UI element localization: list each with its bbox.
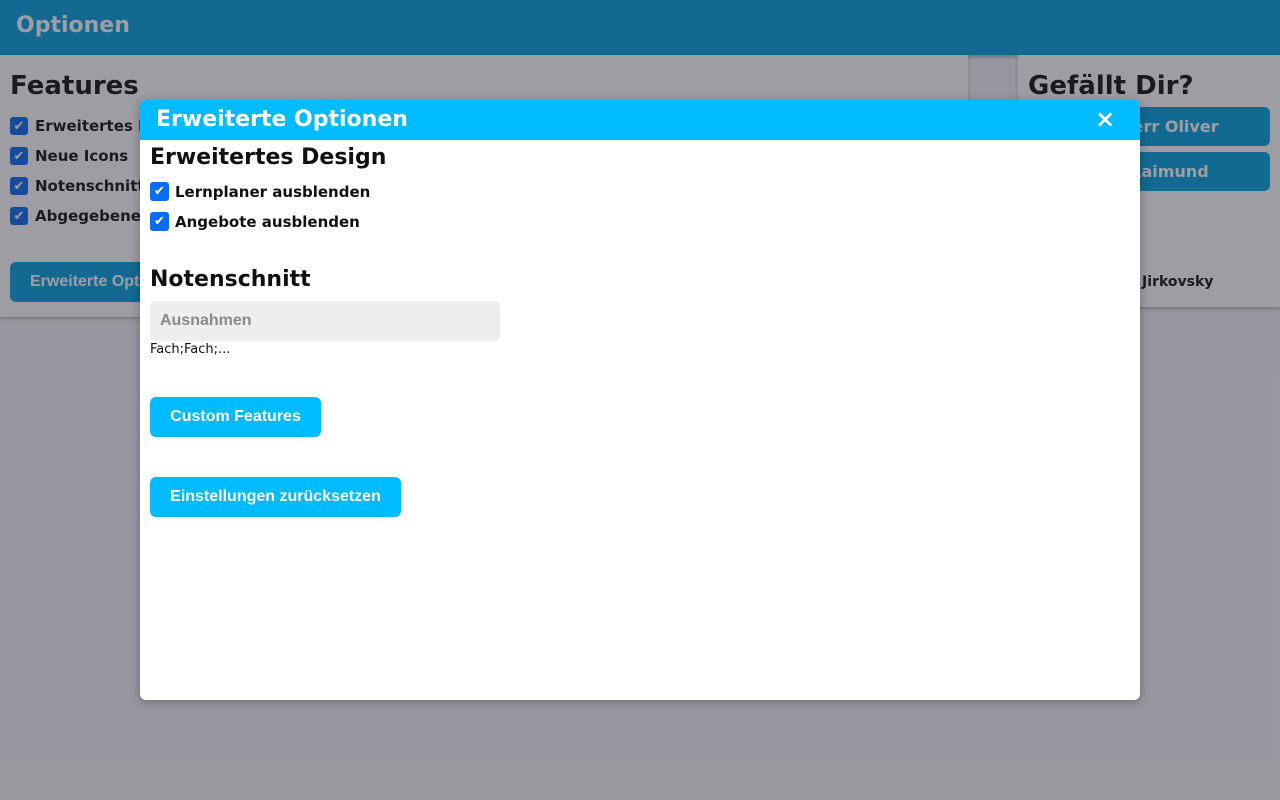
modal-header: Erweiterte Optionen × xyxy=(140,100,1140,140)
option-label: Angebote ausblenden xyxy=(175,212,360,231)
advanced-options-modal: Erweiterte Optionen × Erweitertes Design… xyxy=(140,100,1140,700)
exceptions-input[interactable] xyxy=(150,301,500,341)
custom-features-button[interactable]: Custom Features xyxy=(150,397,321,437)
checkbox-checked-icon[interactable]: ✔ xyxy=(150,182,169,201)
modal-title: Erweiterte Optionen xyxy=(156,107,408,132)
reset-settings-button[interactable]: Einstellungen zurücksetzen xyxy=(150,477,401,517)
option-label: Lernplaner ausblenden xyxy=(175,182,371,201)
option-lernplaner-ausblenden[interactable]: ✔ Lernplaner ausblenden xyxy=(150,182,370,201)
exceptions-hint: Fach;Fach;... xyxy=(150,342,231,357)
checkbox-checked-icon[interactable]: ✔ xyxy=(150,212,169,231)
design-section-title: Erweitertes Design xyxy=(150,145,387,170)
option-angebote-ausblenden[interactable]: ✔ Angebote ausblenden xyxy=(150,212,360,231)
close-icon[interactable]: × xyxy=(1094,107,1116,131)
grade-section-title: Notenschnitt xyxy=(150,267,311,292)
